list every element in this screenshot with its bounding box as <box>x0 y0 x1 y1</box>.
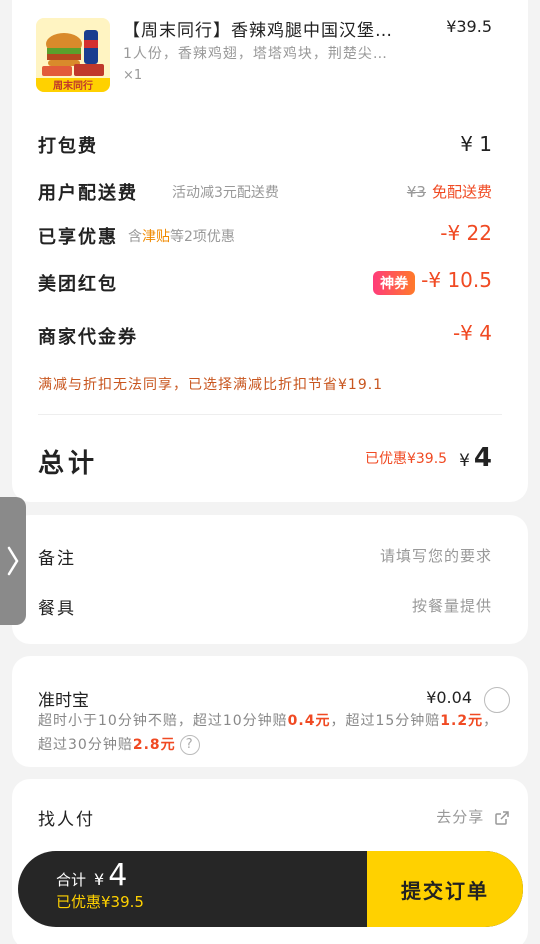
share-icon <box>495 810 509 825</box>
chevron-right-icon <box>7 546 19 576</box>
insurance-price: ¥0.04 <box>426 688 472 707</box>
tableware-value[interactable]: 按餐量提供 <box>412 595 492 616</box>
share-label: 去分享 <box>436 808 485 826</box>
help-icon[interactable]: ? <box>179 735 200 755</box>
bar-total-amount: 4 <box>108 858 128 893</box>
discount-notice: 满减与折扣无法同享，已选择满减比折扣节省¥19.1 <box>38 377 384 393</box>
submit-order-button[interactable]: 提交订单 <box>367 851 523 927</box>
bar-saved: 已优惠¥39.5 <box>56 893 144 911</box>
remark-label[interactable]: 备注 <box>38 544 76 569</box>
discount-label[interactable]: 已享优惠 <box>38 223 118 249</box>
insurance-amount-1: 0.4元 <box>287 713 331 729</box>
voucher-label[interactable]: 商家代金券 <box>38 323 138 349</box>
discount-value: -¥ 22 <box>440 221 492 245</box>
product-qty: ×1 <box>123 68 143 83</box>
product-desc: 1人份，香辣鸡翅，塔塔鸡块，荆楚尖… <box>123 46 388 62</box>
insurance-desc: 超时小于10分钟不赔，超过10分钟赔0.4元，超过15分钟赔1.2元，超过30分… <box>38 709 508 757</box>
discount-note-post: 等2项优惠 <box>170 229 235 245</box>
packing-fee-label: 打包费 <box>38 136 98 157</box>
remark-input[interactable]: 请填写您的要求 <box>380 545 492 566</box>
product-price: ¥39.5 <box>446 17 492 36</box>
delivery-original-price: ¥3 <box>406 183 426 201</box>
discount-note-highlight: 津贴 <box>142 229 170 245</box>
insurance-amount-2: 1.2元 <box>440 713 484 729</box>
redpack-value-group[interactable]: 神券 -¥ 10.5 <box>373 268 492 295</box>
order-summary-card: 周末同行 【周末同行】香辣鸡腿中国汉堡… ¥39.5 1人份，香辣鸡翅，塔塔鸡块… <box>12 0 528 502</box>
insurance-desc-1: 超时小于10分钟不赔，超过10分钟赔 <box>38 713 288 729</box>
bar-total-currency: ¥ <box>94 870 105 889</box>
total-label: 总计 <box>38 449 99 479</box>
total-amount: ¥4 <box>459 443 492 473</box>
delivery-fee-value: ¥3 免配送费 <box>407 181 492 202</box>
insurance-desc-2: ，超过15分钟赔 <box>330 713 441 729</box>
discount-note-pre: 含 <box>128 229 142 245</box>
redpack-label[interactable]: 美团红包 <box>38 270 118 296</box>
product-image[interactable]: 周末同行 <box>36 18 110 92</box>
notes-card: 备注 请填写您的要求 餐具 按餐量提供 <box>12 515 528 644</box>
burger-icon: 周末同行 <box>36 18 110 92</box>
voucher-value[interactable]: -¥ 4 <box>453 321 492 345</box>
total-saved: 已优惠¥39.5 <box>364 451 448 467</box>
shenquan-badge: 神券 <box>373 270 416 295</box>
insurance-card: 准时宝 ¥0.04 超时小于10分钟不赔，超过10分钟赔0.4元，超过15分钟赔… <box>12 656 528 767</box>
discount-note[interactable]: 含津贴等2项优惠 <box>128 226 235 246</box>
insurance-amount-3: 2.8元 <box>132 737 176 753</box>
share-button[interactable]: 去分享 <box>436 806 510 827</box>
delivery-free-text: 免配送费 <box>431 183 492 201</box>
tableware-label[interactable]: 餐具 <box>38 594 76 619</box>
divider <box>38 414 502 415</box>
product-name: 【周末同行】香辣鸡腿中国汉堡… <box>123 21 393 41</box>
total-value-group: 已优惠¥39.5 ¥4 <box>365 443 492 473</box>
packing-fee-value: ¥ 1 <box>460 132 492 156</box>
insurance-title: 准时宝 <box>38 691 89 711</box>
redpack-value: -¥ 10.5 <box>421 268 492 292</box>
total-currency: ¥ <box>459 451 470 471</box>
checkout-summary: 合计 ¥4 已优惠¥39.5 <box>56 858 144 912</box>
side-expand-tab[interactable] <box>0 497 26 625</box>
bar-total-label: 合计 <box>56 871 87 889</box>
checkout-bar: 合计 ¥4 已优惠¥39.5 提交订单 <box>18 851 523 927</box>
delivery-fee-note: 活动减3元配送费 <box>172 185 279 201</box>
delivery-fee-label: 用户配送费 <box>38 183 138 204</box>
product-badge: 周末同行 <box>53 79 93 92</box>
total-number: 4 <box>473 443 492 473</box>
pay-by-others-label[interactable]: 找人付 <box>38 805 95 830</box>
